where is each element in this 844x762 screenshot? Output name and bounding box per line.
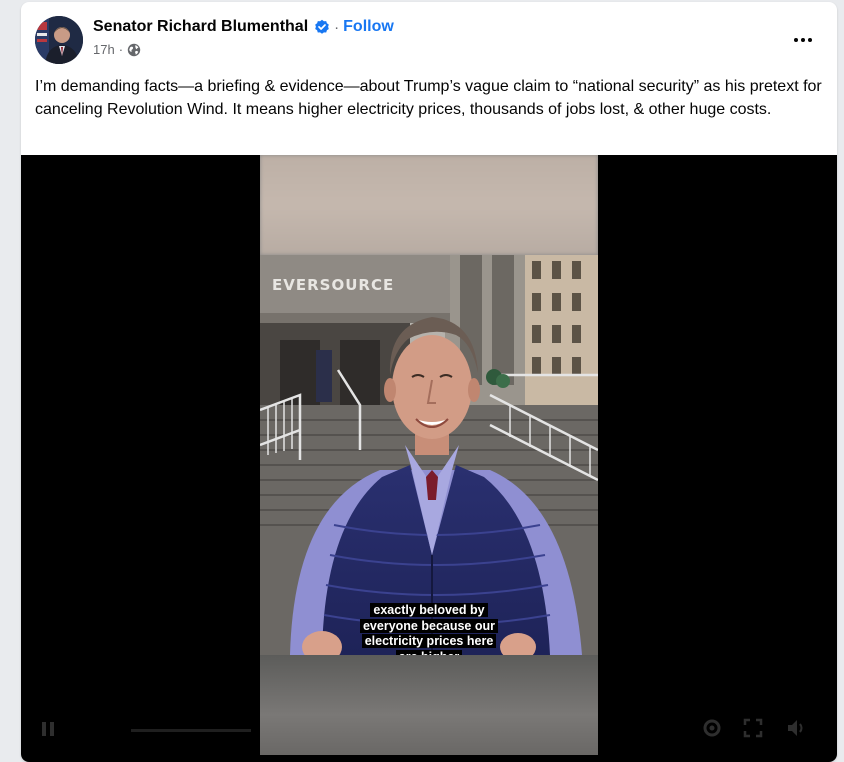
post-header: Senator Richard Blumenthal · Follow 17h … (21, 2, 837, 68)
verified-badge-icon (314, 19, 330, 35)
separator-dot: · (334, 18, 340, 36)
volume-icon[interactable] (785, 717, 807, 739)
post-text: I’m demanding facts—a briefing & evidenc… (35, 78, 822, 118)
post-meta: 17h · (93, 42, 141, 57)
video-frame-top-blur (260, 155, 598, 255)
gear-icon[interactable] (701, 717, 723, 739)
play-icon[interactable] (41, 721, 55, 737)
post-card: Senator Richard Blumenthal · Follow 17h … (21, 2, 837, 762)
follow-button[interactable]: Follow (343, 18, 394, 36)
video-progress-bar[interactable] (131, 729, 251, 732)
author-name[interactable]: Senator Richard Blumenthal (93, 18, 308, 36)
meta-separator: · (118, 42, 124, 57)
video-frame[interactable]: EVERSOURCE exactly beloved by everyone b… (260, 155, 598, 755)
author-avatar[interactable] (35, 16, 83, 64)
globe-icon[interactable] (127, 43, 141, 57)
author-line: Senator Richard Blumenthal · Follow (93, 18, 394, 36)
building-sign: EVERSOURCE (272, 276, 394, 294)
more-options-icon[interactable] (787, 24, 819, 56)
video-frame-bottom-blur (260, 655, 598, 755)
video-player[interactable]: EVERSOURCE exactly beloved by everyone b… (21, 155, 837, 762)
fullscreen-icon[interactable] (743, 718, 763, 738)
video-scene: EVERSOURCE exactly beloved by everyone b… (260, 255, 598, 664)
post-timestamp[interactable]: 17h (93, 42, 115, 57)
